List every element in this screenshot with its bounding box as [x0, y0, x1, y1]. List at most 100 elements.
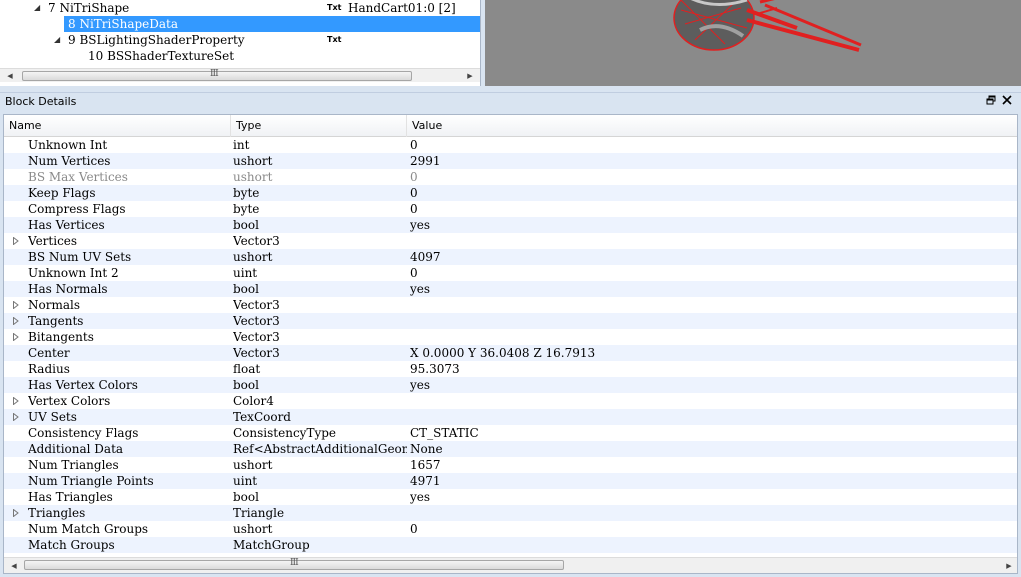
field-name: Has Vertex Colors [28, 378, 138, 392]
text-badge: Txt [327, 35, 342, 44]
expand-arrow-icon[interactable] [13, 313, 21, 329]
column-header-type[interactable]: Type [231, 115, 407, 137]
field-value[interactable]: 4971 [410, 473, 1010, 489]
table-row[interactable]: Consistency Flags ConsistencyType CT_STATI… [4, 425, 1017, 441]
table-row[interactable]: UV Sets TexCoord [4, 409, 1017, 425]
tree-item-nitrishape[interactable]: ◢ 7 NiTriShape Txt HandCart01:0 [2] [0, 0, 480, 16]
field-name: Normals [28, 298, 80, 312]
scrollbar-thumb[interactable]: III [22, 69, 412, 81]
column-header-value[interactable]: Value [407, 115, 1017, 137]
field-name: Vertex Colors [28, 394, 111, 408]
table-row[interactable]: Num Vertices ushort 2991 [4, 153, 1017, 169]
table-row[interactable]: Radius float 95.3073 [4, 361, 1017, 377]
field-value[interactable]: 1657 [410, 457, 1010, 473]
field-value[interactable]: 0 [410, 169, 1010, 185]
table-row[interactable]: BS Max Vertices ushort 0 [4, 169, 1017, 185]
expand-arrow-icon[interactable] [13, 297, 21, 313]
close-icon[interactable] [1000, 94, 1014, 108]
field-value[interactable]: 0 [410, 521, 1010, 537]
table-row[interactable]: Unknown Int int 0 [4, 137, 1017, 153]
scroll-right-icon[interactable]: ▶ [462, 69, 478, 83]
tree-item-label: 7 NiTriShape [48, 1, 130, 15]
field-value[interactable]: X 0.0000 Y 36.0408 Z 16.7913 [410, 345, 1010, 361]
tree-item-nitrishapedata[interactable]: 8 NiTriShapeData [0, 16, 480, 32]
table-row[interactable]: Num Triangles ushort 1657 [4, 457, 1017, 473]
field-type: Color4 [233, 394, 274, 408]
expand-arrow-icon[interactable] [13, 409, 21, 425]
block-details-table[interactable]: Name Type Value Unknown Int int 0 Num Verti… [3, 114, 1018, 574]
table-row[interactable]: Triangles Triangle [4, 505, 1017, 521]
table-row[interactable]: Num Triangle Points uint 4971 [4, 473, 1017, 489]
expand-arrow-icon[interactable] [13, 393, 21, 409]
field-name: Has Normals [28, 282, 108, 296]
tree-horizontal-scrollbar[interactable]: ◀ III ▶ [0, 68, 480, 83]
scroll-right-icon[interactable]: ▶ [1001, 559, 1017, 573]
details-horizontal-scrollbar[interactable]: ◀ III ▶ [4, 557, 1017, 573]
table-row[interactable]: BS Num UV Sets ushort 4097 [4, 249, 1017, 265]
table-row[interactable]: Has Vertices bool yes [4, 217, 1017, 233]
field-type: Vector3 [233, 298, 280, 312]
table-row[interactable]: Bitangents Vector3 [4, 329, 1017, 345]
table-row[interactable]: Vertices Vector3 [4, 233, 1017, 249]
field-type: ushort [233, 170, 273, 184]
field-name: Bitangents [28, 330, 94, 344]
field-value[interactable]: 2991 [410, 153, 1010, 169]
tree-item-label: 9 BSLightingShaderProperty [68, 33, 245, 47]
table-row[interactable]: Unknown Int 2 uint 0 [4, 265, 1017, 281]
field-type: MatchGroup [233, 538, 310, 552]
field-value[interactable]: CT_STATIC [410, 425, 1010, 441]
scroll-left-icon[interactable]: ◀ [2, 69, 18, 83]
field-type: ushort [233, 250, 273, 264]
field-type: bool [233, 490, 259, 504]
table-row[interactable]: Has Normals bool yes [4, 281, 1017, 297]
table-row[interactable]: Match Groups MatchGroup [4, 537, 1017, 553]
restore-icon[interactable] [984, 94, 998, 108]
field-type: Vector3 [233, 234, 280, 248]
table-row[interactable]: Has Vertex Colors bool yes [4, 377, 1017, 393]
table-row[interactable]: Vertex Colors Color4 [4, 393, 1017, 409]
table-row[interactable]: Normals Vector3 [4, 297, 1017, 313]
expand-arrow-icon[interactable] [13, 233, 21, 249]
field-type: uint [233, 474, 258, 488]
field-value[interactable]: yes [410, 217, 1010, 233]
field-value[interactable]: yes [410, 489, 1010, 505]
table-row[interactable]: Center Vector3 X 0.0000 Y 36.0408 Z 16.791… [4, 345, 1017, 361]
field-value[interactable]: 4097 [410, 249, 1010, 265]
field-value[interactable]: 0 [410, 185, 1010, 201]
scroll-left-icon[interactable]: ◀ [6, 559, 22, 573]
scrollbar-thumb[interactable]: III [24, 558, 564, 570]
text-badge: Txt [327, 3, 342, 12]
field-value[interactable]: yes [410, 377, 1010, 393]
table-row[interactable]: Has Triangles bool yes [4, 489, 1017, 505]
field-name: Radius [28, 362, 70, 376]
block-list-tree[interactable]: ◢ 7 NiTriShape Txt HandCart01:0 [2] 8 Ni… [0, 0, 481, 86]
column-header-name[interactable]: Name [4, 115, 231, 137]
field-type: byte [233, 202, 260, 216]
field-name: BS Num UV Sets [28, 250, 132, 264]
table-row[interactable]: Additional Data Ref<AbstractAdditionalGeo… [4, 441, 1017, 457]
field-value[interactable]: yes [410, 281, 1010, 297]
collapse-arrow-icon[interactable]: ◢ [54, 32, 60, 48]
field-type: ushort [233, 522, 273, 536]
expand-arrow-icon[interactable] [13, 505, 21, 521]
table-row[interactable]: Keep Flags byte 0 [4, 185, 1017, 201]
field-name: Num Triangle Points [28, 474, 154, 488]
field-value[interactable]: 0 [410, 201, 1010, 217]
tree-item-bsshadertextureset[interactable]: 10 BSShaderTextureSet [0, 48, 480, 64]
field-value[interactable]: None [410, 441, 1010, 457]
field-value[interactable]: 0 [410, 265, 1010, 281]
expand-arrow-icon[interactable] [13, 329, 21, 345]
field-value[interactable]: 0 [410, 137, 1010, 153]
collapse-arrow-icon[interactable]: ◢ [34, 0, 40, 16]
tree-item-label: 10 BSShaderTextureSet [88, 49, 235, 63]
dock-title: Block Details [5, 95, 77, 108]
table-row[interactable]: Compress Flags byte 0 [4, 201, 1017, 217]
field-value[interactable]: 95.3073 [410, 361, 1010, 377]
table-row[interactable]: Tangents Vector3 [4, 313, 1017, 329]
render-viewport[interactable] [485, 0, 1021, 86]
tree-item-bslightingshaderproperty[interactable]: ◢ 9 BSLightingShaderProperty Txt [0, 32, 480, 48]
table-row[interactable]: Num Match Groups ushort 0 [4, 521, 1017, 537]
field-name: Has Vertices [28, 218, 105, 232]
field-name: Tangents [28, 314, 84, 328]
field-name: Consistency Flags [28, 426, 139, 440]
